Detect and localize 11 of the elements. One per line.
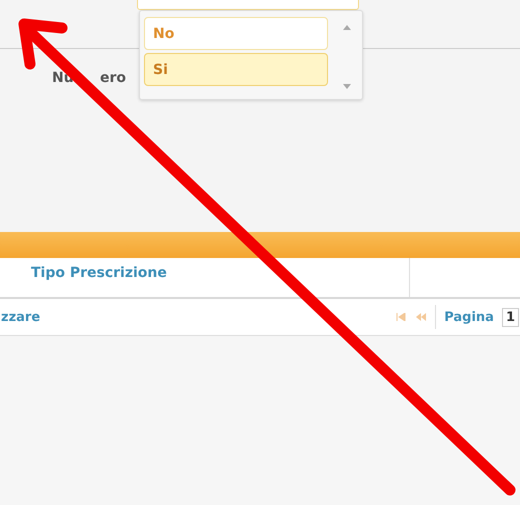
scroll-up-icon[interactable] — [343, 25, 351, 30]
page-field[interactable]: 1 — [502, 308, 519, 326]
first-page-icon[interactable] — [395, 313, 408, 321]
page-label: Pagina — [444, 310, 494, 324]
select-field[interactable] — [137, 0, 359, 10]
dropdown-option[interactable]: No — [144, 17, 328, 50]
scroll-down-icon[interactable] — [343, 84, 351, 89]
field-label: ero — [100, 70, 126, 86]
previous-page-icon[interactable] — [415, 313, 428, 321]
pager-message: zzare — [1, 310, 40, 324]
dropdown-option[interactable]: Si — [144, 53, 328, 86]
